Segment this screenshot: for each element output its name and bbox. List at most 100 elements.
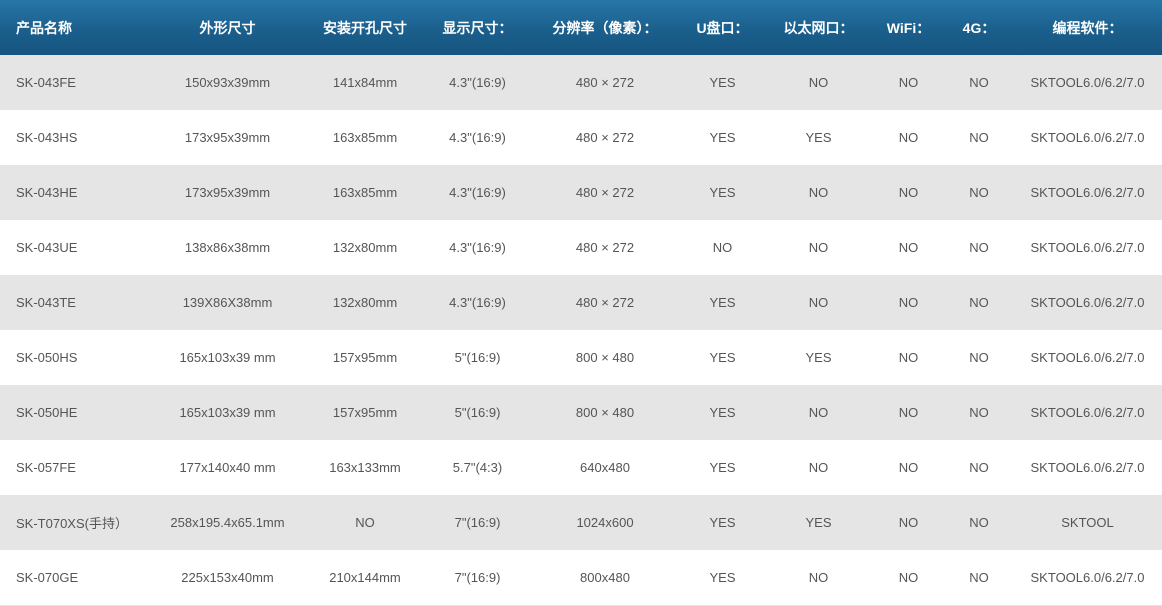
cell-display-size: 4.3"(16:9) <box>449 295 506 310</box>
cell-software: SKTOOL6.0/6.2/7.0 <box>1030 405 1145 420</box>
table-row: SK-070GE 225x153x40mm 210x144mm 7"(16:9) 800… <box>0 550 1162 606</box>
header-software: 编程软件： <box>1052 19 1123 36</box>
cell-dimensions: 150x93x39mm <box>184 75 271 90</box>
table-row: SK-043TE 139X86X38mm 132x80mm 4.3"(16:9) 480… <box>0 275 1162 330</box>
cell-ethernet-port: YES <box>805 350 832 365</box>
cell-cutout-size: 132x80mm <box>332 295 398 310</box>
cell-product-name: SK-043TE <box>16 295 76 310</box>
table-row: SK-043HE 173x95x39mm 163x85mm 4.3"(16:9) 480… <box>0 165 1162 220</box>
cell-dimensions: 225x153x40mm <box>150 550 305 606</box>
cell-cutout-size: 163x85mm <box>332 185 398 200</box>
cell-display-size: 5.7"(4:3) <box>452 460 503 475</box>
cell-usb-port: NO <box>712 240 733 255</box>
cell-ethernet-port: NO <box>808 240 829 255</box>
cell-software: SKTOOL <box>1061 515 1114 530</box>
table-row: SK-T070XS(手持） 258x195.4x65.1mm NO 7"(16:9) 1… <box>0 495 1162 550</box>
cell-product-name: SK-050HE <box>16 405 78 420</box>
cell-ethernet-port: NO <box>808 460 829 475</box>
cell-product-name: SK-043HS <box>16 130 78 145</box>
cell-4g: NO <box>969 130 989 145</box>
cell-usb-port: YES <box>709 185 736 200</box>
cell-ethernet-port: YES <box>805 515 832 530</box>
cell-wifi: NO <box>898 130 919 145</box>
cell-resolution: 800 × 480 <box>575 405 635 420</box>
cell-ethernet-port: NO <box>808 75 829 90</box>
cell-cutout-size: 157x95mm <box>332 350 398 365</box>
cell-resolution: 480 × 272 <box>575 75 635 90</box>
cell-cutout-size: 132x80mm <box>332 240 398 255</box>
table-row: SK-050HE 165x103x39 mm 157x95mm 5"(16:9) 800… <box>0 385 1162 440</box>
cell-4g: NO <box>945 550 1013 606</box>
table-row: SK-043UE 138x86x38mm 132x80mm 4.3"(16:9) 480… <box>0 220 1162 275</box>
table-row: SK-043HS 173x95x39mm 163x85mm 4.3"(16:9) 480… <box>0 110 1162 165</box>
cell-ethernet-port: NO <box>808 185 829 200</box>
header-dimensions: 外形尺寸 <box>199 19 256 36</box>
cell-4g: NO <box>969 185 989 200</box>
cell-cutout-size: 210x144mm <box>305 550 425 606</box>
cell-cutout-size: 157x95mm <box>332 405 398 420</box>
cell-resolution: 1024x600 <box>576 515 634 530</box>
cell-resolution: 480 × 272 <box>575 185 635 200</box>
cell-display-size: 4.3"(16:9) <box>449 240 506 255</box>
cell-usb-port: YES <box>709 515 736 530</box>
cell-wifi: NO <box>898 75 919 90</box>
cell-software: SKTOOL6.0/6.2/7.0 <box>1030 240 1145 255</box>
cell-4g: NO <box>969 515 989 530</box>
cell-resolution: 640x480 <box>580 460 630 475</box>
cell-dimensions: 173x95x39mm <box>184 185 271 200</box>
cell-4g: NO <box>969 350 989 365</box>
cell-display-size: 5"(16:9) <box>454 405 501 420</box>
cell-wifi: NO <box>898 515 919 530</box>
table-row: SK-043FE 150x93x39mm 141x84mm 4.3"(16:9) 480… <box>0 55 1162 110</box>
cell-software: SKTOOL6.0/6.2/7.0 <box>1013 550 1162 606</box>
cell-dimensions: 165x103x39 mm <box>179 350 276 365</box>
cell-cutout-size: 141x84mm <box>332 75 398 90</box>
cell-usb-port: YES <box>709 405 736 420</box>
cell-resolution: 480 × 272 <box>575 130 635 145</box>
cell-cutout-size: NO <box>355 515 375 530</box>
cell-product-name: SK-070GE <box>0 550 150 606</box>
cell-4g: NO <box>969 75 989 90</box>
cell-product-name: SK-057FE <box>16 460 76 475</box>
cell-usb-port: YES <box>680 550 765 606</box>
cell-display-size: 5"(16:9) <box>454 350 501 365</box>
cell-ethernet-port: NO <box>808 405 829 420</box>
table-row: SK-057FE 177x140x40 mm 163x133mm 5.7"(4:3) 6… <box>0 440 1162 495</box>
cell-dimensions: 165x103x39 mm <box>179 405 276 420</box>
cell-software: SKTOOL6.0/6.2/7.0 <box>1030 130 1145 145</box>
cell-wifi: NO <box>898 240 919 255</box>
cell-usb-port: YES <box>709 75 736 90</box>
cell-product-name: SK-043UE <box>16 240 78 255</box>
cell-software: SKTOOL6.0/6.2/7.0 <box>1030 185 1145 200</box>
cell-wifi: NO <box>898 460 919 475</box>
cell-resolution: 480 × 272 <box>575 240 635 255</box>
cell-4g: NO <box>969 240 989 255</box>
cell-software: SKTOOL6.0/6.2/7.0 <box>1030 350 1145 365</box>
cell-4g: NO <box>969 295 989 310</box>
cell-ethernet-port: NO <box>808 295 829 310</box>
cell-dimensions: 258x195.4x65.1mm <box>170 515 285 530</box>
cell-4g: NO <box>969 460 989 475</box>
header-resolution: 分辨率（像素）： <box>552 19 658 36</box>
cell-4g: NO <box>969 405 989 420</box>
header-product-name: 产品名称 <box>16 19 72 36</box>
header-wifi: WiFi： <box>886 19 931 36</box>
cell-display-size: 7"(16:9) <box>425 550 530 606</box>
product-spec-table: 产品名称 外形尺寸 安装开孔尺寸 显示尺寸： 分辨率（像素）： U盘口： 以太网… <box>0 0 1162 606</box>
cell-resolution: 800x480 <box>530 550 680 606</box>
cell-product-name: SK-043HE <box>16 185 78 200</box>
cell-wifi: NO <box>898 295 919 310</box>
cell-usb-port: YES <box>709 460 736 475</box>
cell-ethernet-port: NO <box>765 550 872 606</box>
table-header-row: 产品名称 外形尺寸 安装开孔尺寸 显示尺寸： 分辨率（像素）： U盘口： 以太网… <box>0 0 1162 55</box>
cell-usb-port: YES <box>709 350 736 365</box>
cell-wifi: NO <box>898 350 919 365</box>
cell-wifi: NO <box>872 550 945 606</box>
table-body: SK-043FE 150x93x39mm 141x84mm 4.3"(16:9) 480… <box>0 55 1162 606</box>
cell-cutout-size: 163x133mm <box>329 460 401 475</box>
cell-product-name: SK-050HS <box>16 350 78 365</box>
cell-software: SKTOOL6.0/6.2/7.0 <box>1030 75 1145 90</box>
cell-usb-port: YES <box>709 295 736 310</box>
cell-wifi: NO <box>898 405 919 420</box>
cell-product-name: SK-T070XS(手持） <box>16 516 128 531</box>
